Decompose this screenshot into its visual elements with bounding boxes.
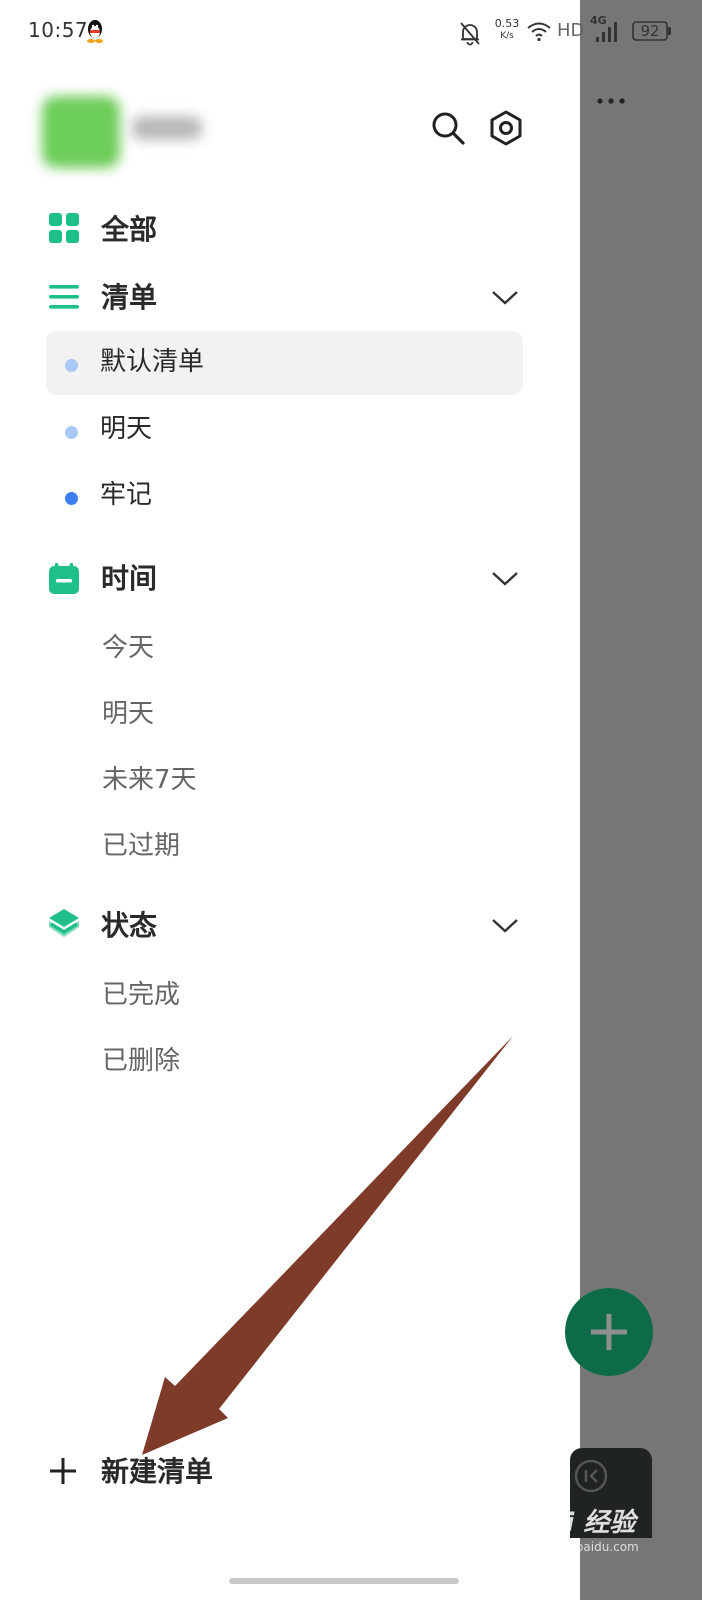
settings-icon[interactable] (487, 109, 525, 147)
list-color-dot (65, 492, 78, 505)
wifi-icon (527, 22, 551, 42)
section-status[interactable]: 状态 (0, 898, 580, 954)
status-time: 10:57 (28, 18, 89, 42)
status-item-deleted[interactable]: 已删除 (102, 1041, 180, 1081)
search-icon[interactable] (430, 110, 466, 146)
username-blurred[interactable] (132, 116, 202, 140)
watermark: Bai 经验 (528, 1508, 636, 1538)
status-bar: 10:57 0.53 K/s HD 4G 92 (0, 0, 702, 66)
battery-level: 92 (640, 22, 660, 40)
net-speed-unit: K/s (500, 31, 514, 41)
section-lists-label: 清单 (101, 281, 158, 314)
watermark-url: jingyan.baidu.com (528, 1540, 639, 1554)
layers-icon (49, 909, 79, 937)
net-speed-value: 0.53 (494, 17, 520, 30)
home-indicator[interactable] (229, 1578, 459, 1584)
list-icon (49, 285, 79, 309)
net-speed: 0.53 K/s (492, 17, 522, 43)
avatar[interactable] (42, 96, 120, 168)
list-item-label: 默认清单 (100, 347, 205, 377)
plus-icon[interactable] (48, 1456, 78, 1486)
list-color-dot (65, 359, 78, 372)
nav-all[interactable]: 全部 (0, 202, 580, 258)
list-color-dot (65, 426, 78, 439)
time-item-tomorrow[interactable]: 明天 (102, 694, 154, 734)
bell-off-icon (460, 22, 480, 46)
chevron-down-icon[interactable] (491, 290, 519, 306)
time-item-today[interactable]: 今天 (102, 628, 154, 668)
chevron-down-icon[interactable] (491, 571, 519, 587)
grid-icon (49, 213, 79, 243)
nav-all-label: 全部 (101, 213, 158, 246)
list-item-default[interactable]: 默认清单 (46, 331, 523, 395)
chevron-down-icon[interactable] (491, 918, 519, 934)
list-item-label: 牢记 (100, 480, 153, 510)
status-item-completed[interactable]: 已完成 (102, 975, 180, 1015)
hd-indicator: HD (557, 20, 585, 41)
list-item-label: 明天 (100, 414, 153, 444)
section-lists[interactable]: 清单 (0, 270, 580, 326)
time-item-next-7-days[interactable]: 未来7天 (102, 760, 197, 800)
section-status-label: 状态 (101, 909, 158, 942)
list-item-remember[interactable]: 牢记 (46, 464, 523, 528)
signal-icon (596, 22, 617, 42)
playback-icon (574, 1459, 608, 1493)
qq-icon (87, 20, 103, 43)
section-time-label: 时间 (101, 562, 158, 595)
new-list-button[interactable]: 新建清单 (101, 1452, 213, 1492)
section-time[interactable]: 时间 (0, 551, 580, 607)
more-icon[interactable] (596, 94, 626, 108)
time-item-overdue[interactable]: 已过期 (102, 826, 180, 866)
calendar-icon (49, 563, 79, 594)
fab-plus-icon (591, 1314, 627, 1350)
list-item-tomorrow[interactable]: 明天 (46, 398, 523, 462)
